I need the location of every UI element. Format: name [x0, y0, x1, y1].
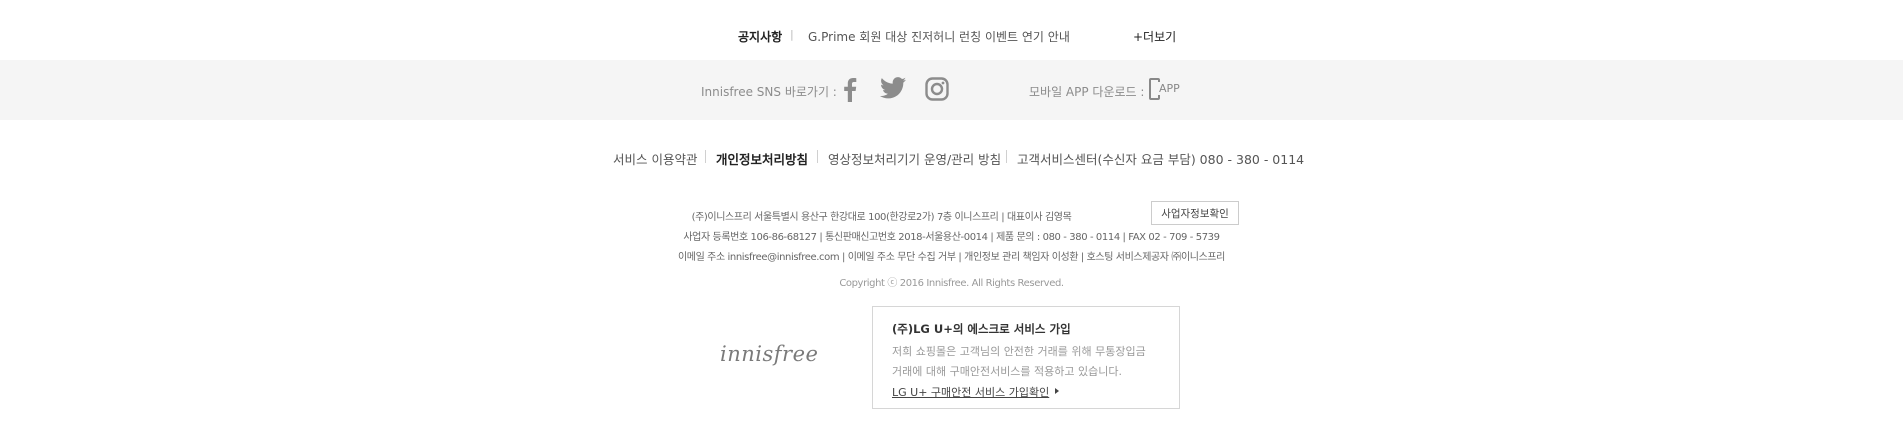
escrow-description-1: 저희 쇼핑몰은 고객님의 안전한 거래를 위해 무통장입금 — [892, 345, 1146, 358]
sns-bar: Innisfree SNS 바로가기 : 모바일 APP 다운로드 : APP — [0, 60, 1903, 120]
company-info-line-1: (주)이니스프리 서울특별시 용산구 한강대로 100(한강로2가) 7층 이니… — [691, 212, 1072, 223]
copyright: Copyright ⓒ 2016 Innisfree. All Rights R… — [839, 278, 1064, 289]
mobile-app-icon[interactable]: APP — [1149, 78, 1181, 102]
innisfree-logo: innisfree — [720, 342, 819, 366]
escrow-verify-link[interactable]: LG U+ 구매안전 서비스 가입확인 — [892, 384, 1049, 400]
notice-separator: | — [790, 28, 794, 41]
policy-divider — [705, 150, 706, 163]
terms-link[interactable]: 서비스 이용약관 — [613, 149, 697, 168]
app-icon-text: APP — [1158, 82, 1181, 95]
cctv-policy-link[interactable]: 영상정보처리기기 운영/관리 방침 — [828, 149, 1001, 168]
company-info-line-2: 사업자 등록번호 106-86-68127 | 통신판매신고번호 2018-서울… — [683, 232, 1220, 243]
sns-label: Innisfree SNS 바로가기 : — [701, 85, 837, 99]
notice-link[interactable]: G.Prime 회원 대상 진저허니 런칭 이벤트 연기 안내 — [808, 28, 1070, 45]
escrow-box: (주)LG U+의 에스크로 서비스 가입 저희 쇼핑몰은 고객님의 안전한 거… — [872, 306, 1180, 409]
escrow-description-2: 거래에 대해 구매안전서비스를 적용하고 있습니다. — [892, 365, 1123, 378]
policy-links: 서비스 이용약관 개인정보처리방침 영상정보처리기기 운영/관리 방침 고객서비… — [0, 149, 1903, 169]
business-info-button[interactable]: 사업자정보확인 — [1151, 201, 1239, 225]
notice-bar: 공지사항 | G.Prime 회원 대상 진저허니 런칭 이벤트 연기 안내 +… — [0, 0, 1903, 60]
policy-divider — [1006, 150, 1007, 163]
notice-more-link[interactable]: +더보기 — [1133, 28, 1176, 45]
policy-divider — [817, 150, 818, 163]
twitter-icon[interactable] — [880, 77, 906, 103]
arrow-right-icon — [1055, 388, 1059, 394]
customer-center-text: 고객서비스센터(수신자 요금 부담) 080 - 380 - 0114 — [1017, 152, 1305, 167]
notice-title[interactable]: 공지사항 — [738, 28, 782, 45]
privacy-policy-link[interactable]: 개인정보처리방침 — [716, 149, 808, 168]
escrow-title: (주)LG U+의 에스크로 서비스 가입 — [892, 322, 1071, 336]
company-info-line-3: 이메일 주소 innisfree@innisfree.com | 이메일 주소 … — [677, 252, 1225, 263]
app-download-label: 모바일 APP 다운로드 : — [1029, 85, 1145, 99]
facebook-icon[interactable] — [843, 77, 857, 106]
instagram-icon[interactable] — [925, 77, 949, 105]
